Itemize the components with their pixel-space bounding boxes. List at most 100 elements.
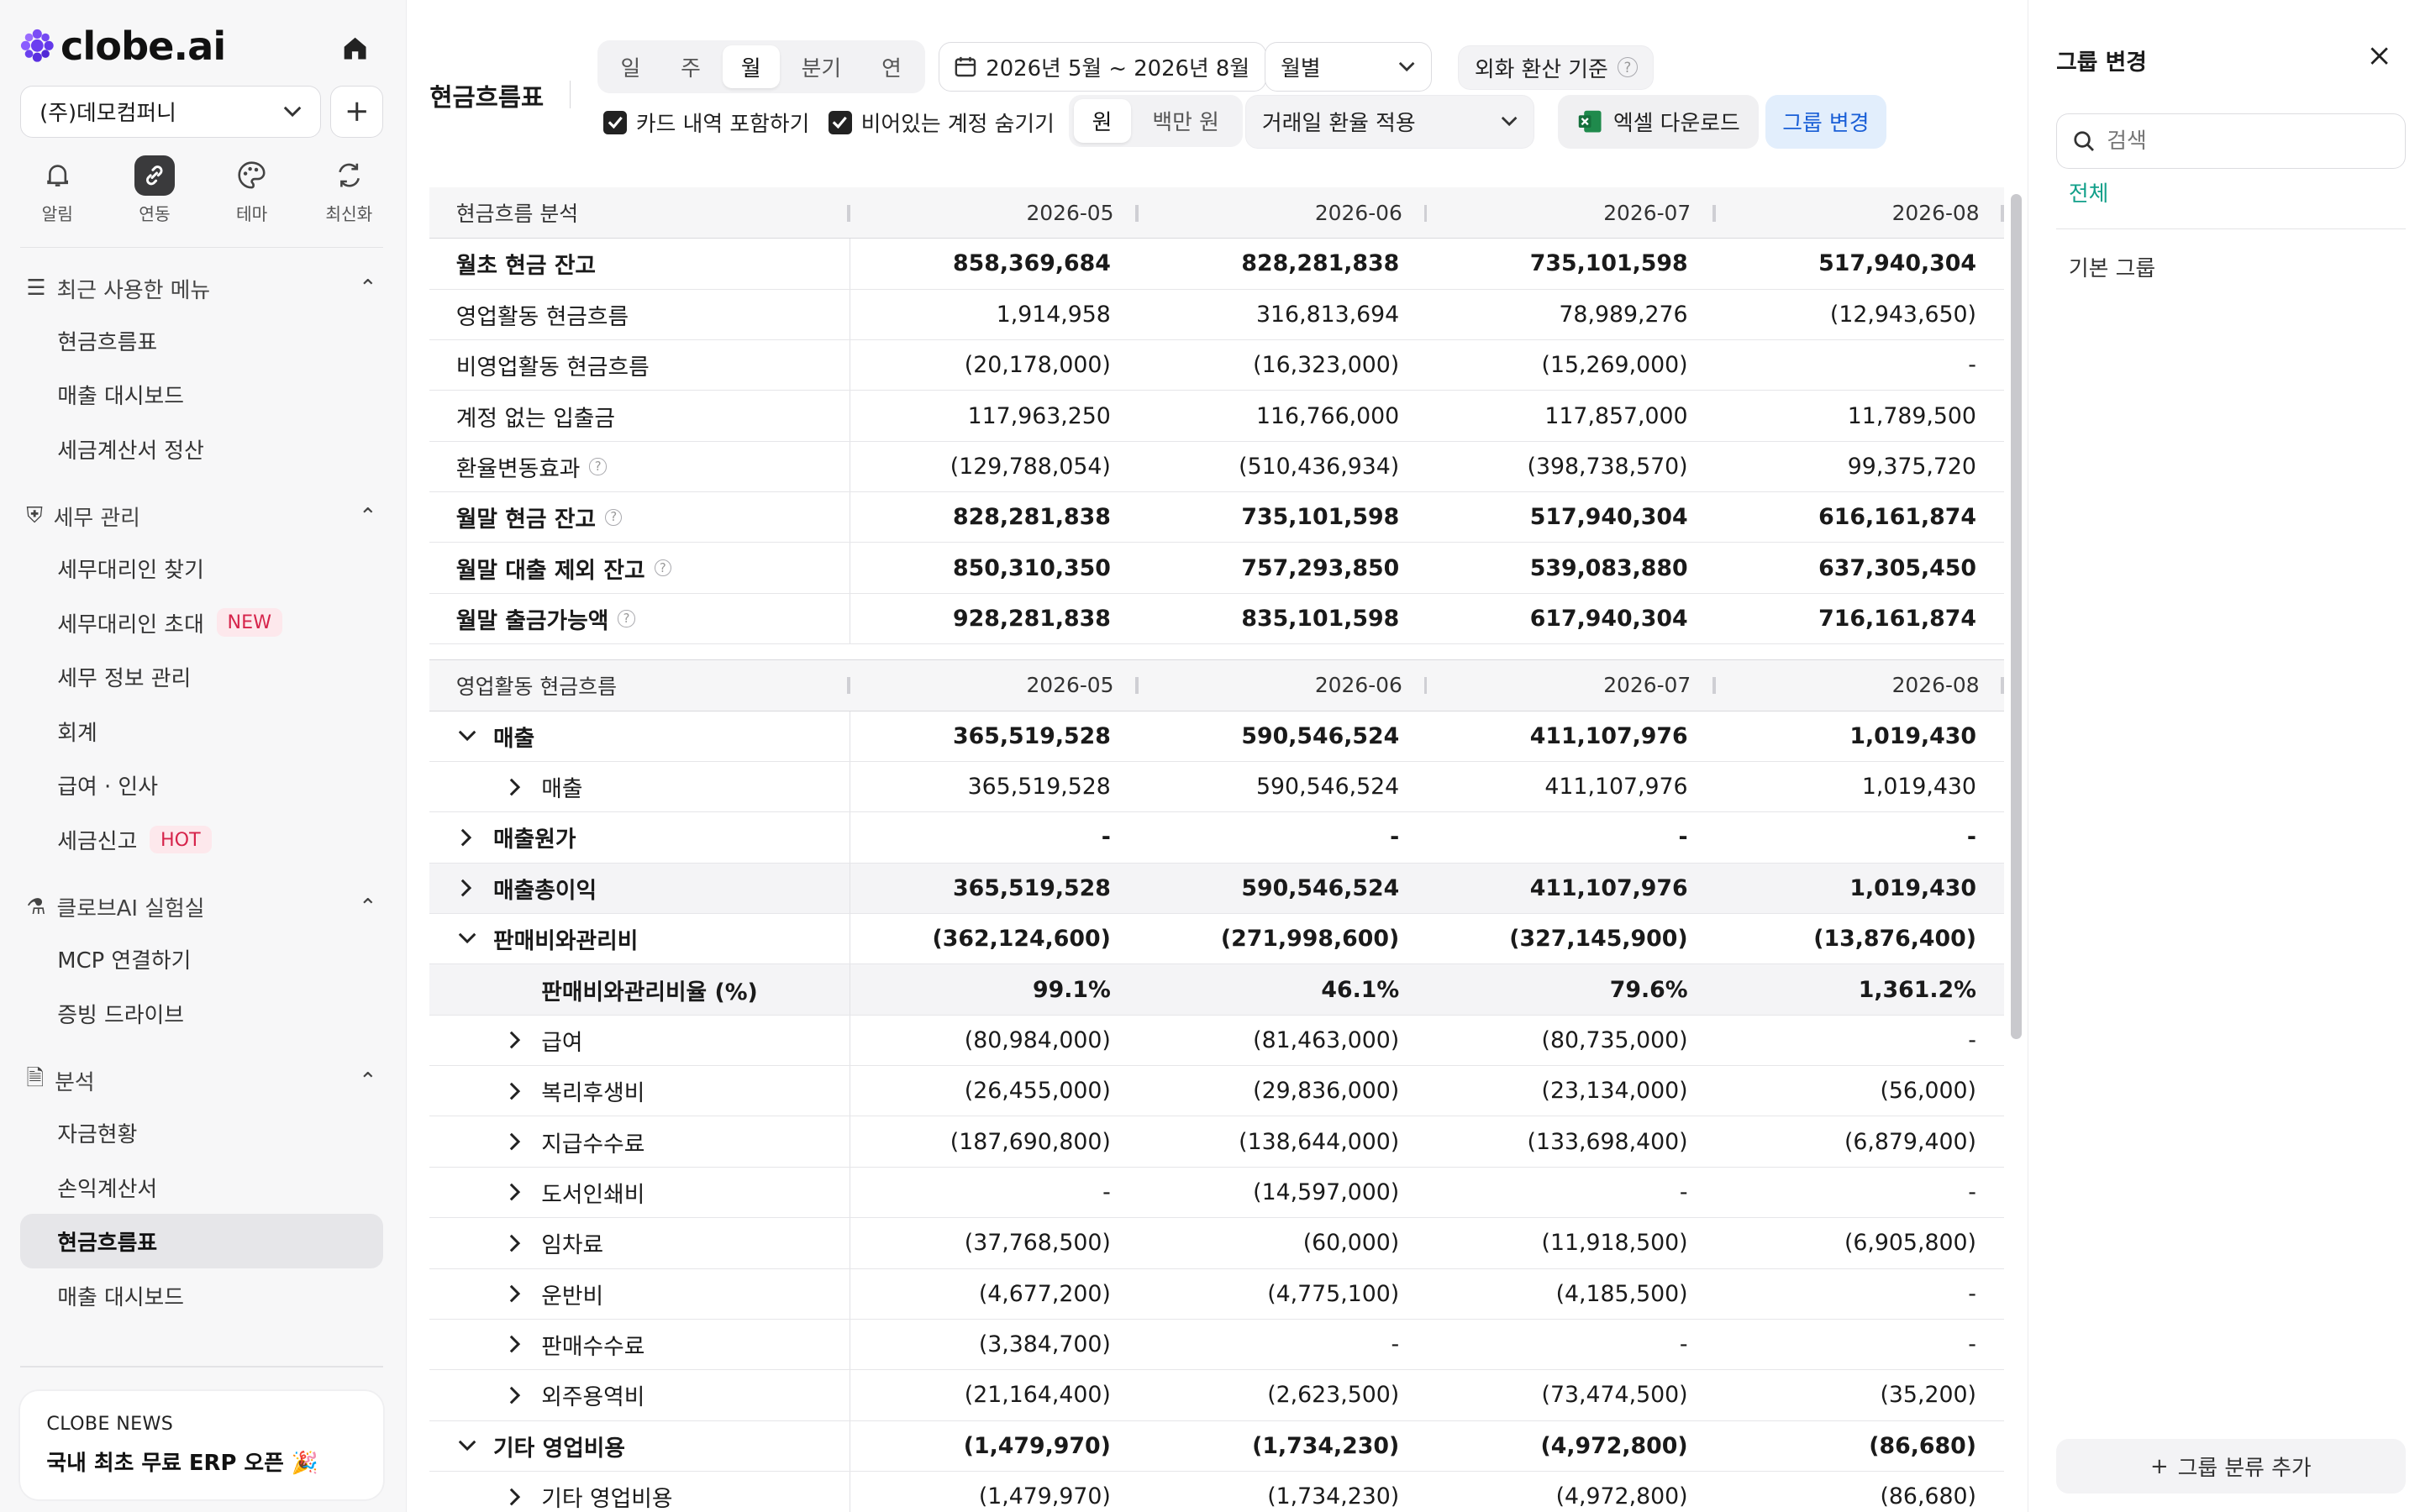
row-label-cell[interactable]: 매출총이익 bbox=[429, 863, 850, 913]
row-label: 기타 영업비용 bbox=[493, 1435, 626, 1462]
row-label: 급여 bbox=[541, 1029, 583, 1056]
chevron-right-icon[interactable] bbox=[456, 879, 478, 897]
help-icon[interactable]: ? bbox=[654, 559, 671, 577]
tab-won[interactable]: 원 bbox=[1073, 99, 1131, 143]
help-icon[interactable]: ? bbox=[618, 610, 635, 627]
chevron-right-icon[interactable] bbox=[504, 1335, 526, 1353]
row-label-cell[interactable]: 매출 bbox=[429, 761, 850, 812]
company-select[interactable]: (주)데모컴퍼니 bbox=[19, 85, 322, 139]
sidebar-item-invite-agent[interactable]: 세무대리인 초대 NEW bbox=[20, 596, 383, 650]
news-card[interactable]: CLOBE NEWS 국내 최초 무료 ERP 오픈 🎉 bbox=[19, 1390, 383, 1500]
sidebar-item-payroll[interactable]: 급여 · 인사 bbox=[20, 759, 383, 813]
sidebar-item-evidence-drive[interactable]: 증빙 드라이브 bbox=[20, 986, 383, 1041]
row-label-cell[interactable]: 복리후생비 bbox=[429, 1066, 850, 1116]
row-label-cell[interactable]: 기타 영업비용 bbox=[429, 1471, 850, 1512]
chevron-right-icon[interactable] bbox=[504, 1488, 526, 1506]
row-label-cell[interactable]: 판매수수료 bbox=[429, 1319, 850, 1370]
value-cell: - bbox=[1968, 1280, 1976, 1307]
row-label-cell[interactable]: 외주용역비 bbox=[429, 1370, 850, 1420]
quick-theme[interactable]: 테마 bbox=[214, 155, 289, 226]
search-input[interactable] bbox=[2107, 128, 2371, 154]
fx-rate-select[interactable]: 거래일 환율 적용 bbox=[1245, 94, 1534, 150]
value-cell: - bbox=[1968, 1179, 1976, 1205]
tab-year[interactable]: 연 bbox=[863, 45, 920, 89]
logo[interactable]: clobe.ai bbox=[20, 24, 226, 69]
chevron-right-icon[interactable] bbox=[456, 828, 478, 847]
column-resize-handle[interactable] bbox=[2001, 204, 2005, 222]
chevron-up-icon: ⌃ bbox=[358, 1068, 377, 1094]
row-label-cell[interactable]: 운반비 bbox=[429, 1268, 850, 1319]
tab-all[interactable]: 전체 bbox=[2056, 176, 2406, 230]
chevron-right-icon[interactable] bbox=[504, 1386, 526, 1404]
sidebar-item-sales-dashboard-recent[interactable]: 매출 대시보드 bbox=[20, 368, 383, 423]
column-header-period: 2026-06 bbox=[1139, 660, 1428, 711]
help-icon[interactable]: ? bbox=[605, 508, 623, 526]
chevron-up-icon: ⌃ bbox=[358, 276, 377, 302]
row-label-cell[interactable]: 매출 bbox=[429, 711, 850, 761]
quick-refresh[interactable]: 최신화 bbox=[312, 155, 387, 226]
sidebar-item-accounting[interactable]: 회계 bbox=[20, 704, 383, 759]
group-item-default[interactable]: 기본 그룹 bbox=[2069, 251, 2155, 282]
group-by-select[interactable]: 월별 bbox=[1264, 41, 1432, 92]
chevron-right-icon[interactable] bbox=[504, 1234, 526, 1252]
fx-basis-button[interactable]: 외화 환산 기준 ? bbox=[1458, 45, 1655, 91]
include-cards-checkbox[interactable]: 카드 내역 포함하기 bbox=[603, 107, 809, 138]
row-label-cell[interactable]: 지급수수료 bbox=[429, 1116, 850, 1167]
tab-million-won[interactable]: 백만 원 bbox=[1134, 99, 1238, 143]
sidebar-item-income-statement[interactable]: 손익계산서 bbox=[20, 1160, 383, 1215]
nav-label: 세금신고 bbox=[57, 829, 138, 855]
column-resize-handle[interactable] bbox=[2001, 676, 2005, 695]
row-label-cell[interactable]: 도서인쇄비 bbox=[429, 1167, 850, 1218]
section-analysis[interactable]: 🗎 분석 ⌃ bbox=[20, 1056, 383, 1105]
sidebar-item-mcp[interactable]: MCP 연결하기 bbox=[20, 932, 383, 986]
section-lab[interactable]: ⚗ 클로브AI 실험실 ⌃ bbox=[20, 882, 383, 932]
value-cell: (129,788,054) bbox=[950, 453, 1111, 480]
row-label-cell[interactable]: 급여 bbox=[429, 1015, 850, 1066]
value-cell: (362,124,600) bbox=[932, 926, 1111, 953]
sidebar-item-tax-invoice[interactable]: 세금계산서 정산 bbox=[20, 422, 383, 476]
sidebar-item-cashflow-recent[interactable]: 현금흐름표 bbox=[20, 313, 383, 368]
row-label-cell[interactable]: 매출원가 bbox=[429, 812, 850, 863]
section-recent[interactable]: ☰ 최근 사용한 메뉴 ⌃ bbox=[20, 264, 383, 313]
tab-month[interactable]: 월 bbox=[722, 45, 780, 89]
tab-quarter[interactable]: 분기 bbox=[783, 45, 860, 89]
chevron-down-icon[interactable] bbox=[456, 932, 478, 945]
add-company-button[interactable] bbox=[330, 85, 383, 139]
table-row: 매출총이익 365,519,528 590,546,524 411,107,976 1,… bbox=[429, 863, 2005, 914]
scrollbar[interactable] bbox=[2010, 193, 2022, 1039]
value-cell: (16,323,000) bbox=[1253, 352, 1400, 379]
tab-week[interactable]: 주 bbox=[662, 45, 719, 89]
row-label-cell[interactable]: 기타 영업비용 bbox=[429, 1420, 850, 1471]
chevron-right-icon[interactable] bbox=[504, 1082, 526, 1100]
chevron-right-icon[interactable] bbox=[504, 1284, 526, 1303]
chevron-right-icon[interactable] bbox=[504, 1031, 526, 1049]
hide-empty-checkbox[interactable]: 비어있는 계정 숨기기 bbox=[828, 107, 1055, 138]
chevron-down-icon[interactable] bbox=[456, 730, 478, 743]
sidebar-item-cashflow[interactable]: 현금흐름표 bbox=[19, 1214, 383, 1268]
sidebar-item-sales-dashboard[interactable]: 매출 대시보드 bbox=[20, 1268, 383, 1323]
excel-download-button[interactable]: 엑셀 다운로드 bbox=[1557, 94, 1759, 150]
add-group-category-button[interactable]: + 그룹 분류 추가 bbox=[2056, 1439, 2406, 1494]
close-icon[interactable] bbox=[2365, 42, 2393, 70]
group-change-button[interactable]: 그룹 변경 bbox=[1765, 94, 1886, 150]
sidebar-item-find-agent[interactable]: 세무대리인 찾기 bbox=[20, 541, 383, 596]
row-label-cell[interactable]: 판매비와관리비 bbox=[429, 913, 850, 964]
home-icon[interactable] bbox=[338, 31, 372, 66]
value-cell: (1,734,230) bbox=[1252, 1432, 1400, 1459]
section-tax[interactable]: ⛨ 세무 관리 ⌃ bbox=[20, 491, 383, 541]
quick-alerts[interactable]: 알림 bbox=[20, 155, 95, 226]
column-header-period: 2026-08 bbox=[1716, 660, 2005, 711]
sidebar-item-funds[interactable]: 자금현황 bbox=[20, 1105, 383, 1160]
quick-integrations[interactable]: 연동 bbox=[118, 155, 192, 226]
chevron-down-icon[interactable] bbox=[456, 1440, 478, 1452]
sidebar-item-tax-filing[interactable]: 세금신고 HOT bbox=[20, 812, 383, 867]
chevron-right-icon[interactable] bbox=[504, 1183, 526, 1201]
sidebar-item-tax-info[interactable]: 세무 정보 관리 bbox=[20, 649, 383, 704]
help-icon[interactable]: ? bbox=[589, 458, 607, 475]
row-label-cell[interactable]: 임차료 bbox=[429, 1218, 850, 1268]
chevron-right-icon[interactable] bbox=[504, 1132, 526, 1151]
value-cell: (6,879,400) bbox=[1844, 1128, 1976, 1155]
date-range-picker[interactable]: 2026년 5월 ~ 2026년 8월 bbox=[938, 41, 1266, 92]
chevron-right-icon[interactable] bbox=[504, 778, 526, 796]
tab-day[interactable]: 일 bbox=[602, 45, 659, 89]
